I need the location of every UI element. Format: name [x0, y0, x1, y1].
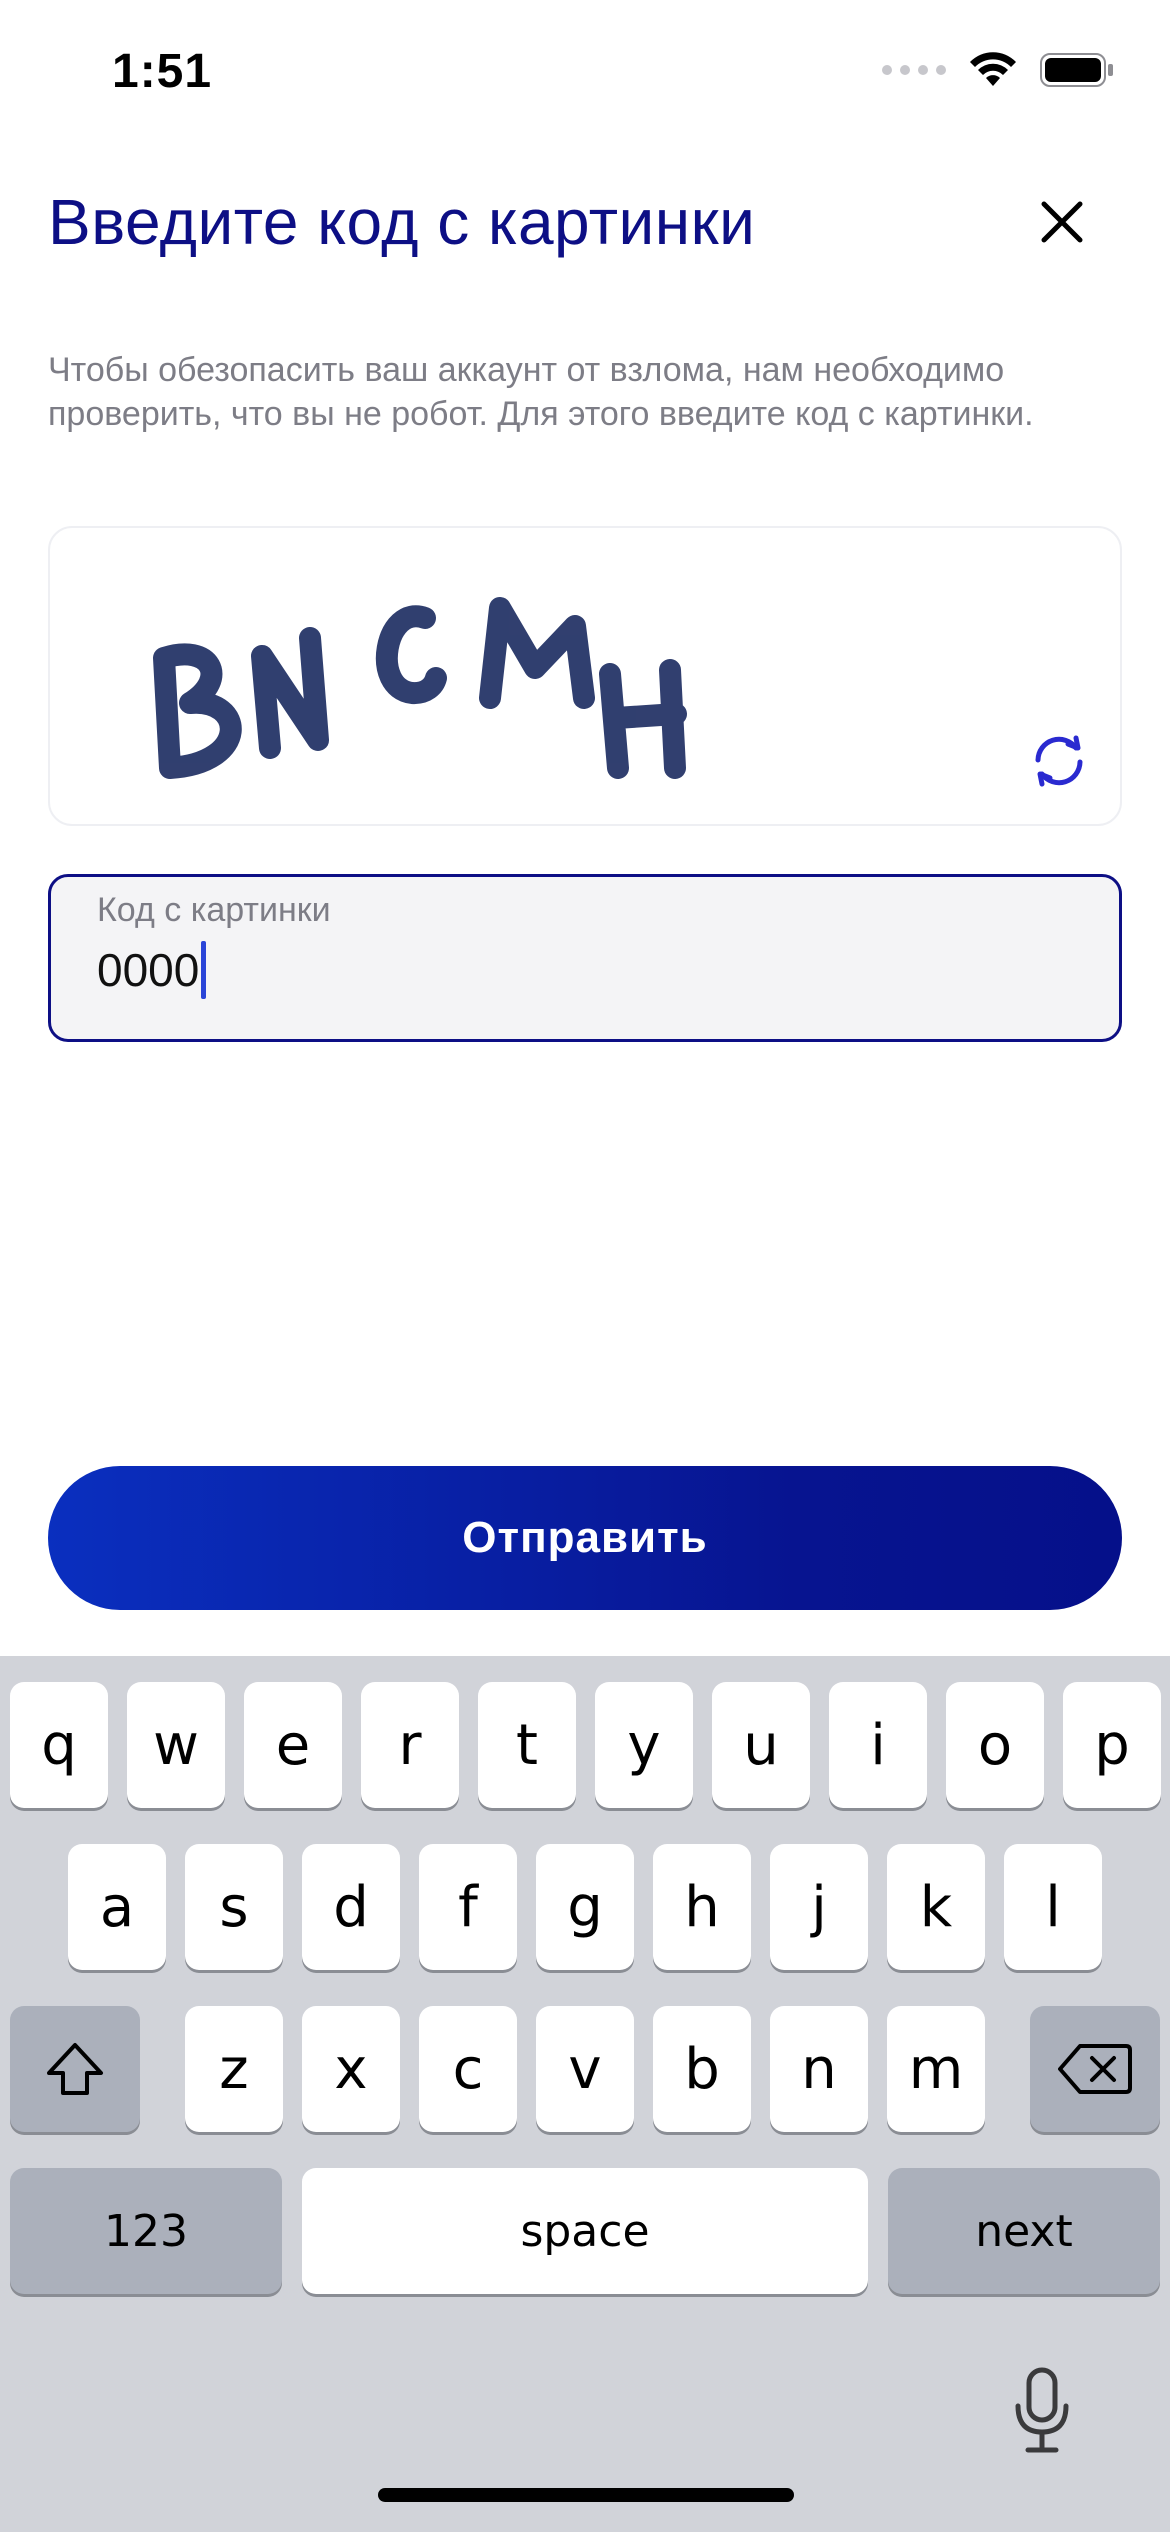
refresh-icon [1035, 735, 1083, 787]
space-key[interactable]: space [302, 2168, 868, 2294]
key-e[interactable]: e [244, 1682, 342, 1808]
key-n[interactable]: n [770, 2006, 868, 2132]
key-h[interactable]: h [653, 1844, 751, 1970]
close-button[interactable] [1030, 190, 1094, 254]
key-u[interactable]: u [712, 1682, 810, 1808]
key-f[interactable]: f [419, 1844, 517, 1970]
key-w[interactable]: w [127, 1682, 225, 1808]
key-l[interactable]: l [1004, 1844, 1102, 1970]
home-indicator [378, 2488, 794, 2502]
key-y[interactable]: y [595, 1682, 693, 1808]
numbers-key[interactable]: 123 [10, 2168, 282, 2294]
submit-button[interactable]: Отправить [48, 1466, 1122, 1610]
key-m[interactable]: m [887, 2006, 985, 2132]
submit-button-label: Отправить [462, 1513, 708, 1562]
page-title: Введите код с картинки [48, 186, 756, 258]
key-g[interactable]: g [536, 1844, 634, 1970]
key-o[interactable]: o [946, 1682, 1044, 1808]
key-x[interactable]: x [302, 2006, 400, 2132]
text-cursor [201, 941, 207, 999]
key-s[interactable]: s [185, 1844, 283, 1970]
captcha-code-field[interactable]: Код с картинки 0000 [48, 874, 1122, 1042]
captcha-image [153, 597, 687, 779]
cellular-signal-icon [882, 65, 946, 75]
key-q[interactable]: q [10, 1682, 108, 1808]
status-bar: 1:51 [0, 0, 1170, 140]
key-t[interactable]: t [478, 1682, 576, 1808]
status-icons [882, 52, 1114, 88]
captcha-card [48, 526, 1122, 826]
wifi-icon [970, 52, 1016, 86]
backspace-icon [1058, 2044, 1132, 2094]
key-b[interactable]: b [653, 2006, 751, 2132]
key-d[interactable]: d [302, 1844, 400, 1970]
description-text: Чтобы обезопасить ваш аккаунт от взлома,… [48, 351, 1034, 433]
key-k[interactable]: k [887, 1844, 985, 1970]
battery-icon [1040, 53, 1113, 87]
key-r[interactable]: r [361, 1682, 459, 1808]
next-key[interactable]: next [888, 2168, 1160, 2294]
key-i[interactable]: i [829, 1682, 927, 1808]
backspace-key[interactable] [1030, 2006, 1160, 2132]
key-p[interactable]: p [1063, 1682, 1161, 1808]
refresh-captcha-button[interactable] [1022, 724, 1096, 798]
key-c[interactable]: c [419, 2006, 517, 2132]
status-time: 1:51 [112, 45, 213, 98]
key-j[interactable]: j [770, 1844, 868, 1970]
key-z[interactable]: z [185, 2006, 283, 2132]
microphone-icon[interactable] [1010, 2366, 1074, 2456]
shift-key[interactable] [10, 2006, 140, 2132]
captcha-code-input[interactable]: 0000 [97, 941, 207, 999]
key-a[interactable]: a [68, 1844, 166, 1970]
captcha-code-label: Код с картинки [97, 891, 331, 929]
key-v[interactable]: v [536, 2006, 634, 2132]
shift-icon [47, 2043, 103, 2095]
captcha-code-value: 0000 [97, 944, 200, 996]
close-icon [1041, 201, 1083, 243]
